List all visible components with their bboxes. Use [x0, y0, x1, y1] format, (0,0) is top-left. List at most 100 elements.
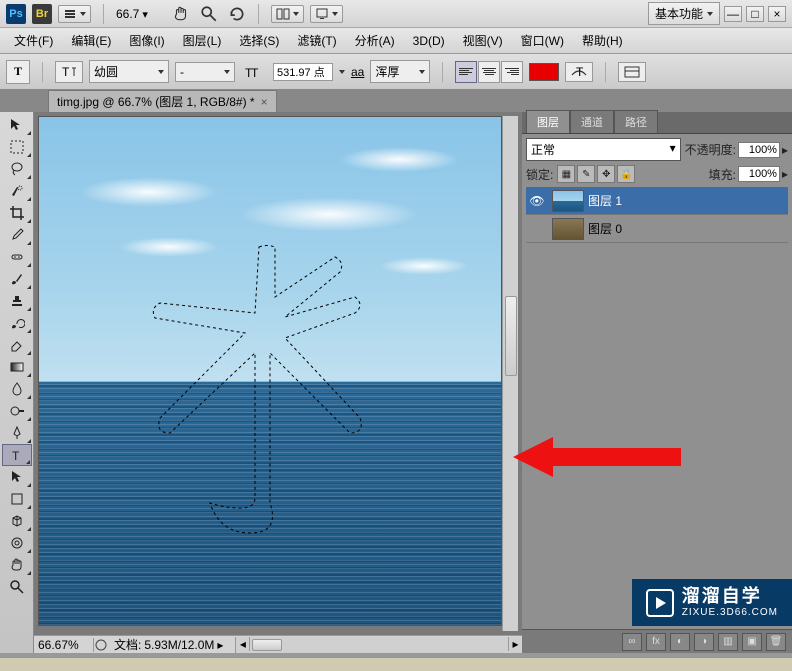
menu-view[interactable]: 视图(V) [455, 29, 511, 52]
menu-file[interactable]: 文件(F) [6, 29, 61, 52]
text-orientation-toggle[interactable]: T [55, 61, 83, 83]
menu-analysis[interactable]: 分析(A) [347, 29, 403, 52]
screen-mode-dropdown[interactable] [310, 5, 343, 23]
zoom-level[interactable]: 66.7 ▾ [116, 7, 148, 21]
antialias-label: aa [351, 65, 364, 79]
move-tool[interactable] [2, 114, 32, 136]
layer-mask-icon[interactable]: ◐ [670, 633, 690, 651]
layer-row[interactable]: 👁 图层 1 [526, 187, 788, 215]
align-right-button[interactable] [501, 61, 523, 83]
menu-select[interactable]: 选择(S) [231, 29, 287, 52]
align-left-button[interactable] [455, 61, 477, 83]
stamp-tool[interactable] [2, 290, 32, 312]
svg-text:T: T [576, 65, 584, 79]
opacity-flyout-icon[interactable]: ▸ [782, 143, 788, 157]
eraser-tool[interactable] [2, 334, 32, 356]
path-select-tool[interactable] [2, 466, 32, 488]
bridge-icon[interactable]: Br [32, 4, 52, 24]
layer-row[interactable]: 图层 0 [526, 215, 788, 243]
visibility-toggle-icon[interactable]: 👁 [526, 194, 548, 208]
type-tool-indicator[interactable]: T [6, 60, 30, 84]
menu-window[interactable]: 窗口(W) [513, 29, 572, 52]
document-tab[interactable]: timg.jpg @ 66.7% (图层 1, RGB/8#) * × [48, 90, 277, 112]
warp-text-button[interactable]: T [565, 62, 593, 82]
dodge-tool[interactable] [2, 400, 32, 422]
lasso-tool[interactable] [2, 158, 32, 180]
arrange-documents-dropdown[interactable] [271, 5, 304, 23]
scroll-right-icon[interactable]: ▸ [508, 637, 522, 651]
link-layers-icon[interactable]: ∞ [622, 633, 642, 651]
eyedropper-tool[interactable] [2, 224, 32, 246]
history-brush-tool[interactable] [2, 312, 32, 334]
gradient-tool[interactable] [2, 356, 32, 378]
type-tool[interactable]: T [2, 444, 32, 466]
tab-paths[interactable]: 路径 [614, 110, 658, 133]
status-info-icon[interactable] [94, 638, 108, 652]
3d-tool[interactable] [2, 510, 32, 532]
launch-mini-bridge-dropdown[interactable] [58, 5, 91, 23]
layer-thumbnail[interactable] [552, 190, 584, 212]
brush-tool[interactable] [2, 268, 32, 290]
close-button[interactable]: × [768, 6, 786, 22]
vertical-scrollbar[interactable] [502, 116, 518, 631]
layer-style-icon[interactable]: fx [646, 633, 666, 651]
maximize-button[interactable]: □ [746, 6, 764, 22]
lock-all-icon[interactable]: 🔒 [617, 165, 635, 183]
tab-channels[interactable]: 通道 [570, 110, 614, 133]
document-canvas[interactable] [38, 116, 502, 626]
scroll-left-icon[interactable]: ◂ [236, 637, 250, 651]
horizontal-scrollbar[interactable]: ◂ ▸ [235, 637, 522, 653]
3d-camera-tool[interactable] [2, 532, 32, 554]
status-menu-icon[interactable]: ▸ [217, 638, 223, 652]
layer-name[interactable]: 图层 1 [588, 192, 622, 209]
menu-3d[interactable]: 3D(D) [405, 31, 453, 51]
crop-tool[interactable] [2, 202, 32, 224]
zoom-tool[interactable] [2, 576, 32, 598]
menu-layer[interactable]: 图层(L) [175, 29, 230, 52]
new-layer-icon[interactable]: ▣ [742, 633, 762, 651]
pen-tool[interactable] [2, 422, 32, 444]
marquee-tool[interactable] [2, 136, 32, 158]
menu-help[interactable]: 帮助(H) [574, 29, 631, 52]
shape-tool[interactable] [2, 488, 32, 510]
font-family-select[interactable]: 幼圆 [89, 60, 169, 83]
rotate-view-icon[interactable] [228, 5, 246, 23]
character-panel-toggle[interactable] [618, 62, 646, 82]
status-zoom[interactable]: 66.67% [34, 638, 94, 652]
scrollbar-thumb[interactable] [505, 296, 517, 376]
lock-pixels-icon[interactable]: ✎ [577, 165, 595, 183]
layer-thumbnail[interactable] [552, 218, 584, 240]
minimize-button[interactable]: — [724, 6, 742, 22]
hand-tool[interactable] [2, 554, 32, 576]
menu-edit[interactable]: 编辑(E) [63, 29, 119, 52]
delete-layer-icon[interactable]: 🗑 [766, 633, 786, 651]
antialias-select[interactable]: 浑厚 [370, 60, 430, 83]
quick-select-tool[interactable] [2, 180, 32, 202]
healing-tool[interactable] [2, 246, 32, 268]
group-icon[interactable]: ▥ [718, 633, 738, 651]
hand-icon[interactable] [172, 5, 190, 23]
lock-transparency-icon[interactable]: ▦ [557, 165, 575, 183]
blend-mode-select[interactable]: 正常▾ [526, 138, 681, 161]
fill-input[interactable] [738, 166, 780, 182]
scrollbar-thumb[interactable] [252, 639, 282, 651]
blur-tool[interactable] [2, 378, 32, 400]
text-color-swatch[interactable] [529, 63, 559, 81]
bottom-strip [0, 657, 792, 671]
menu-filter[interactable]: 滤镜(T) [289, 29, 344, 52]
align-center-button[interactable] [478, 61, 500, 83]
menu-image[interactable]: 图像(I) [121, 29, 172, 52]
watermark-url: ZIXUE.3D66.COM [682, 607, 778, 618]
font-size-icon: TT [241, 62, 267, 82]
lock-position-icon[interactable]: ✥ [597, 165, 615, 183]
close-tab-icon[interactable]: × [261, 95, 268, 109]
workspace-selector[interactable]: 基本功能 [648, 2, 720, 25]
tab-layers[interactable]: 图层 [526, 110, 570, 133]
adjustment-layer-icon[interactable]: ◑ [694, 633, 714, 651]
layer-name[interactable]: 图层 0 [588, 220, 622, 237]
opacity-input[interactable] [738, 142, 780, 158]
zoom-icon[interactable] [200, 5, 218, 23]
fill-flyout-icon[interactable]: ▸ [782, 167, 788, 181]
font-style-select[interactable]: - [175, 62, 235, 82]
font-size-input[interactable] [273, 63, 333, 81]
